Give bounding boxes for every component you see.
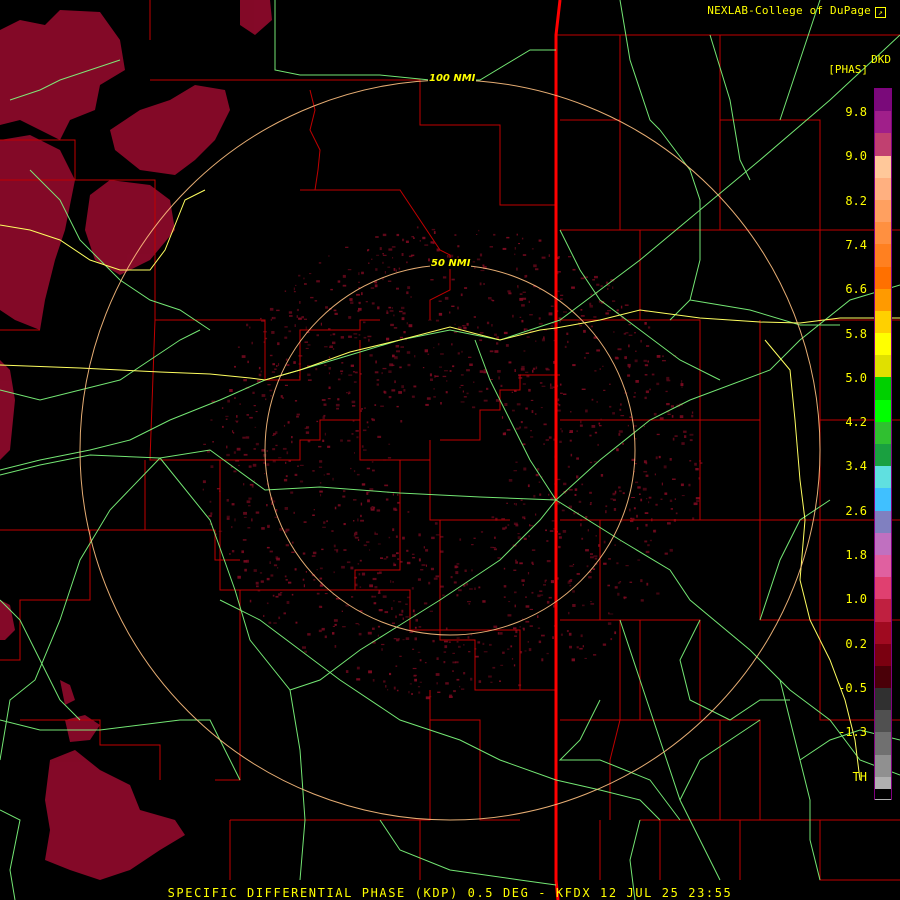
legend-swatch bbox=[875, 688, 891, 711]
legend-swatch bbox=[875, 510, 891, 534]
legend-swatch bbox=[875, 310, 891, 334]
legend-swatch bbox=[875, 488, 891, 512]
legend-swatch bbox=[875, 665, 891, 689]
legend-swatch bbox=[875, 732, 891, 756]
legend-unit: [PHAS] bbox=[828, 63, 868, 76]
legend-swatch bbox=[875, 266, 891, 290]
legend-tick-label: 8.2 bbox=[845, 193, 867, 208]
credit-text: NEXLAB-College of DuPage ↗ bbox=[707, 4, 886, 18]
legend-swatch bbox=[875, 421, 891, 445]
legend-swatch bbox=[875, 754, 891, 778]
legend-tick-label: 5.0 bbox=[845, 370, 867, 385]
legend-swatch bbox=[875, 466, 891, 489]
legend-tick-label: 9.0 bbox=[845, 149, 867, 164]
legend-swatch bbox=[875, 621, 891, 645]
legend-swatch bbox=[875, 643, 891, 667]
legend-swatch bbox=[875, 444, 891, 467]
legend-swatch bbox=[875, 177, 891, 201]
legend-product: DKD bbox=[871, 53, 891, 66]
legend-swatch bbox=[875, 199, 891, 223]
legend-tick-label: TH bbox=[852, 769, 867, 784]
legend-tick-label: 4.2 bbox=[845, 415, 867, 430]
legend-swatch bbox=[875, 355, 891, 378]
legend-swatch bbox=[875, 532, 891, 556]
legend-swatch bbox=[875, 133, 891, 157]
legend-swatch bbox=[875, 288, 891, 312]
legend-tick-label: 3.4 bbox=[845, 459, 867, 474]
legend-swatch bbox=[875, 554, 891, 578]
legend-tick-label: 6.6 bbox=[845, 282, 867, 297]
legend-swatch bbox=[875, 333, 891, 356]
legend-tick-label: 0.2 bbox=[845, 636, 867, 651]
credit-label: NEXLAB-College of DuPage bbox=[707, 4, 871, 17]
legend-tick-label: 5.8 bbox=[845, 326, 867, 341]
ring-label-50: 50 NMI bbox=[430, 258, 472, 269]
legend-swatch bbox=[875, 789, 891, 799]
legend-tick-label: -0.5 bbox=[838, 680, 867, 695]
legend-tick-label: 7.4 bbox=[845, 237, 867, 252]
legend-swatch bbox=[875, 244, 891, 267]
legend-swatch bbox=[875, 111, 891, 134]
legend-swatch bbox=[875, 155, 891, 179]
legend-swatch bbox=[875, 399, 891, 423]
legend-swatch bbox=[875, 377, 891, 401]
legend-tick-label: 2.6 bbox=[845, 503, 867, 518]
legend-swatch bbox=[875, 89, 891, 112]
logo-icon: ↗ bbox=[875, 7, 886, 18]
legend-tick-label: 1.8 bbox=[845, 548, 867, 562]
ring-label-100: 100 NMI bbox=[428, 73, 477, 84]
legend-color-bar bbox=[874, 88, 892, 800]
legend-tick-label: 1.0 bbox=[845, 592, 867, 607]
legend-swatch bbox=[875, 710, 891, 733]
legend-swatch bbox=[875, 599, 891, 622]
legend-tick-label: -1.3 bbox=[838, 725, 867, 740]
legend-tick-label: 9.8 bbox=[845, 105, 867, 119]
legend-swatch bbox=[875, 577, 891, 600]
radar-map bbox=[0, 0, 900, 900]
product-caption: SPECIFIC DIFFERENTIAL PHASE (KDP) 0.5 DE… bbox=[167, 886, 733, 900]
legend-swatch bbox=[875, 222, 891, 245]
